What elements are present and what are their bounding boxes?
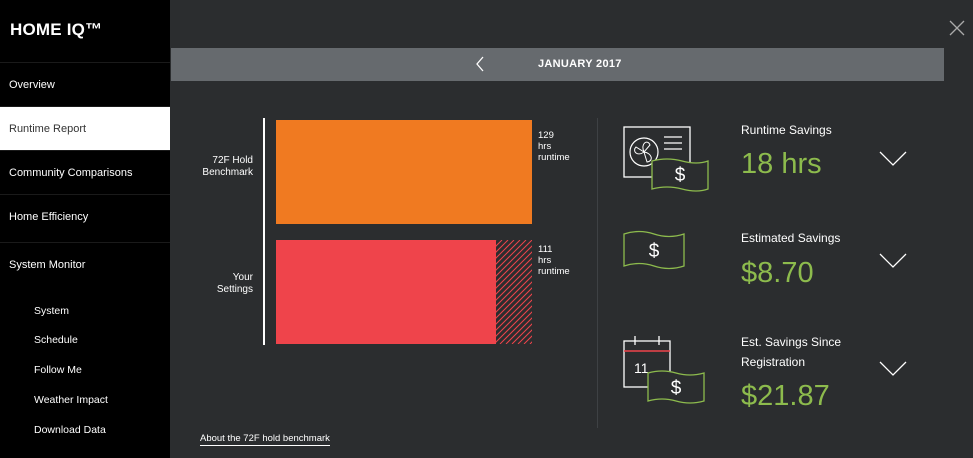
hatch-line — [496, 305, 532, 343]
bar-label-value: 111 — [538, 244, 553, 255]
brand-logo: HOME IQ™ — [10, 20, 103, 39]
bar-label-benchmark: 129 hrs runtime — [538, 130, 570, 163]
hatch-line — [496, 281, 532, 319]
hatch-line — [517, 329, 532, 344]
hatch-line — [496, 251, 532, 289]
svg-text:$: $ — [671, 378, 682, 399]
nav-label: System Monitor — [9, 258, 86, 271]
bar-your-settings — [276, 240, 496, 344]
nav-label: Community Comparisons — [9, 166, 133, 179]
hatch-line — [496, 299, 532, 337]
subnav-item-download-data[interactable]: Download Data — [34, 424, 106, 436]
runtime-savings-value: 18 hrs — [741, 148, 822, 180]
nav-item-system-monitor[interactable]: System Monitor — [0, 242, 170, 286]
bar-label-unit: runtime — [538, 266, 570, 277]
estimated-savings-value: $8.70 — [741, 257, 814, 289]
est-savings-since-value: $21.87 — [741, 380, 830, 412]
subnav-item-weather-impact[interactable]: Weather Impact — [34, 394, 108, 406]
estimated-savings-title: Estimated Savings — [741, 231, 841, 245]
nav-item-home-efficiency[interactable]: Home Efficiency — [0, 194, 170, 238]
subnav-item-follow-me[interactable]: Follow Me — [34, 364, 82, 376]
bar-benchmark — [276, 120, 532, 224]
nav-item-runtime-report[interactable]: Runtime Report — [0, 106, 170, 150]
about-benchmark-link[interactable]: About the 72F hold benchmark — [200, 433, 330, 446]
chevron-down-icon[interactable] — [878, 360, 908, 378]
subnav-item-schedule[interactable]: Schedule — [34, 334, 78, 346]
subnav-item-system[interactable]: System — [34, 305, 69, 317]
nav-label: Runtime Report — [9, 122, 87, 135]
close-icon[interactable] — [949, 20, 965, 36]
bar-label-your-settings: 111 hrs runtime — [538, 244, 570, 277]
fan-dollar-icon: $ — [623, 126, 709, 192]
nav-item-overview[interactable]: Overview — [0, 62, 170, 106]
month-label: JANUARY 2017 — [538, 58, 622, 70]
sidebar: HOME IQ™ Overview Runtime Report Communi… — [0, 0, 170, 458]
hatch-line — [496, 293, 532, 331]
est-savings-since-title: Est. Savings Since — [741, 335, 842, 349]
hatch-line — [496, 240, 532, 277]
ylabel-line: Your — [232, 272, 253, 283]
hatch-line — [529, 341, 532, 344]
hatch-line — [496, 275, 532, 313]
svg-text:$: $ — [675, 165, 686, 186]
bar-label-unit: hrs — [538, 255, 552, 266]
est-savings-since-title-line2: Registration — [741, 355, 806, 369]
calendar-day: 11 — [634, 360, 649, 376]
bar-savings-hatch — [496, 240, 532, 344]
dollar-bill-icon: $ — [623, 230, 685, 270]
section-divider — [597, 118, 598, 428]
chevron-down-icon[interactable] — [878, 252, 908, 270]
calendar-dollar-icon: 11 $ — [623, 336, 705, 404]
chevron-down-icon[interactable] — [878, 150, 908, 168]
bar-label-unit: hrs — [538, 141, 552, 152]
month-navigation-bar: JANUARY 2017 — [171, 48, 944, 81]
hatch-line — [496, 287, 532, 325]
ylabel-benchmark: 72F Hold Benchmark — [190, 155, 253, 179]
hatch-line — [496, 263, 532, 301]
hatch-line — [496, 257, 532, 295]
hatch-line — [496, 245, 532, 283]
ylabel-line: Settings — [216, 284, 253, 295]
nav-label: Overview — [9, 78, 55, 91]
ylabel-your-settings: Your Settings — [190, 272, 253, 296]
nav-label: Home Efficiency — [9, 210, 89, 223]
nav-item-community-comparisons[interactable]: Community Comparisons — [0, 150, 170, 194]
ylabel-line: 72F Hold — [212, 155, 253, 166]
runtime-savings-title: Runtime Savings — [741, 123, 832, 137]
chevron-left-icon[interactable] — [474, 55, 486, 73]
bar-label-value: 129 — [538, 130, 554, 141]
chart-axis-line — [263, 118, 265, 345]
hatch-line — [496, 269, 532, 307]
ylabel-line: Benchmark — [202, 167, 253, 178]
svg-text:$: $ — [649, 241, 660, 262]
bar-label-unit: runtime — [538, 152, 570, 163]
